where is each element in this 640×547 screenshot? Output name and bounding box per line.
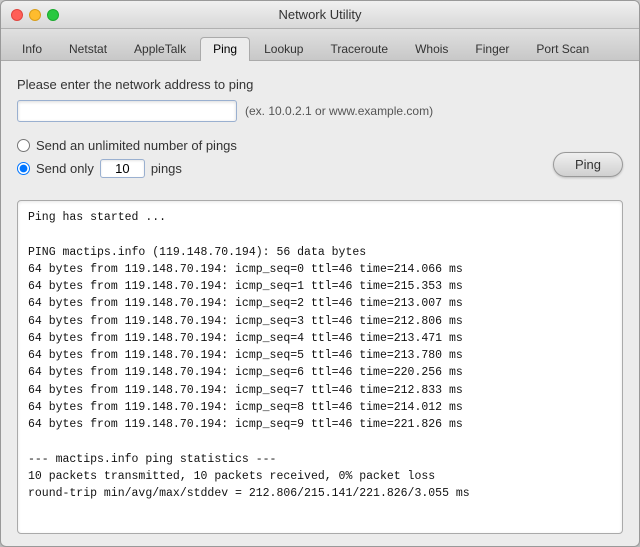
tab-lookup[interactable]: Lookup (251, 37, 316, 61)
tab-portscan[interactable]: Port Scan (523, 37, 602, 61)
ping-options-row: Send an unlimited number of pings Send o… (17, 138, 623, 190)
maximize-button[interactable] (47, 9, 59, 21)
minimize-button[interactable] (29, 9, 41, 21)
window-title: Network Utility (278, 7, 361, 22)
ping-button[interactable]: Ping (553, 152, 623, 177)
tab-netstat[interactable]: Netstat (56, 37, 120, 61)
ping-count-input[interactable] (100, 159, 145, 178)
ping-output: Ping has started ... PING mactips.info (… (17, 200, 623, 534)
titlebar: Network Utility (1, 1, 639, 29)
tab-traceroute[interactable]: Traceroute (317, 37, 401, 61)
options-section: Send an unlimited number of pings Send o… (17, 138, 237, 178)
address-label: Please enter the network address to ping (17, 77, 623, 92)
tab-appletalk[interactable]: AppleTalk (121, 37, 199, 61)
window-controls (11, 9, 59, 21)
radio-unlimited-row: Send an unlimited number of pings (17, 138, 237, 153)
radio-unlimited-label: Send an unlimited number of pings (36, 138, 237, 153)
main-content: Please enter the network address to ping… (1, 61, 639, 546)
radio-only[interactable] (17, 162, 30, 175)
tab-whois[interactable]: Whois (402, 37, 461, 61)
tab-ping[interactable]: Ping (200, 37, 250, 61)
radio-only-suffix: pings (151, 161, 182, 176)
tabbar: Info Netstat AppleTalk Ping Lookup Trace… (1, 29, 639, 61)
radio-only-row: Send only pings (17, 159, 237, 178)
address-hint: (ex. 10.0.2.1 or www.example.com) (245, 104, 433, 118)
tab-finger[interactable]: Finger (462, 37, 522, 61)
radio-unlimited[interactable] (17, 139, 30, 152)
radio-only-prefix: Send only (36, 161, 94, 176)
tab-info[interactable]: Info (9, 37, 55, 61)
close-button[interactable] (11, 9, 23, 21)
app-window: Network Utility Info Netstat AppleTalk P… (0, 0, 640, 547)
address-input[interactable] (17, 100, 237, 122)
address-row: (ex. 10.0.2.1 or www.example.com) (17, 100, 623, 122)
